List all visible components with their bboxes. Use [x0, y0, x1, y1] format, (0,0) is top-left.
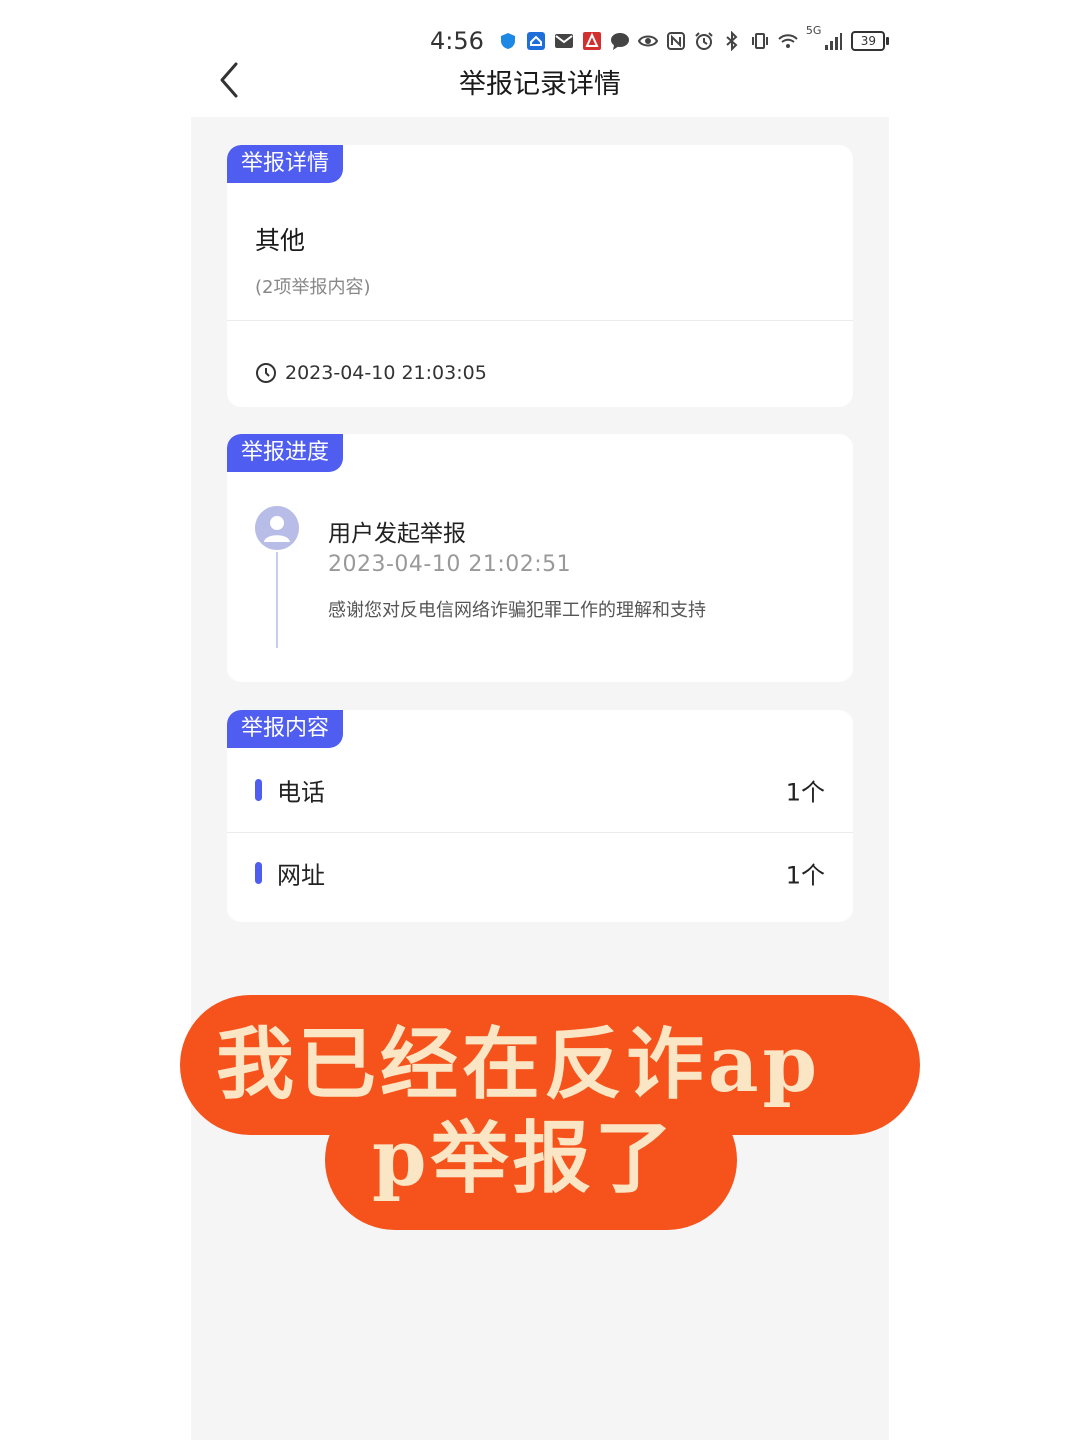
status-bar: 4:56 5G 39: [430, 24, 890, 58]
mail-icon: [554, 34, 573, 48]
divider: [227, 320, 853, 321]
report-progress-card: 举报进度 用户发起举报 2023-04-10 21:02:51 感谢您对反电信网…: [227, 434, 853, 682]
caption-line-2: p举报了: [372, 1113, 677, 1204]
report-detail-card: 举报详情 其他 (2项举报内容) 2023-04-10 21:03:05: [227, 145, 853, 407]
nfc-icon: [666, 32, 685, 50]
app-notification-icon: [526, 32, 545, 50]
alarm-icon: [695, 32, 713, 50]
row-marker: [255, 779, 262, 801]
progress-event-title: 用户发起举报: [328, 521, 466, 547]
content-row-value: 1个: [785, 778, 825, 807]
report-time-row: 2023-04-10 21:03:05: [255, 362, 487, 384]
content-row-label: 网址: [277, 861, 325, 890]
bluetooth-icon: [726, 31, 738, 51]
red-app-icon: [582, 32, 601, 50]
content-row-label: 电话: [277, 778, 325, 807]
caption-line-1: 我已经在反诈ap: [216, 1019, 822, 1110]
row-marker: [255, 862, 262, 884]
vibrate-icon: [751, 33, 768, 49]
content-row-phone[interactable]: 电话 1个: [227, 750, 853, 830]
content-row-url[interactable]: 网址 1个: [227, 833, 853, 913]
message-icon: [610, 33, 629, 50]
clock-icon: [256, 363, 276, 383]
network-type-label: 5G: [805, 24, 822, 37]
wifi-icon: [778, 34, 798, 48]
eye-icon: [637, 35, 658, 47]
report-content-card: 举报内容 电话 1个 网址 1个: [227, 710, 853, 922]
report-content-tag: 举报内容: [227, 710, 344, 748]
report-progress-tag: 举报进度: [227, 434, 344, 472]
report-item-count: (2项举报内容): [255, 277, 371, 298]
battery-icon: 39: [851, 31, 890, 51]
report-detail-tag: 举报详情: [227, 145, 344, 183]
main-content: 举报详情 其他 (2项举报内容) 2023-04-10 21:03:05 举报进…: [191, 117, 889, 1440]
page-title: 举报记录详情: [459, 69, 621, 100]
shield-icon: [500, 33, 515, 49]
status-time: 4:56: [430, 27, 484, 55]
user-avatar-icon: [255, 506, 299, 550]
signal-icon: [825, 33, 843, 50]
report-type: 其他: [255, 226, 306, 255]
progress-event-time: 2023-04-10 21:02:51: [328, 552, 572, 577]
report-datetime: 2023-04-10 21:03:05: [285, 362, 487, 384]
content-row-value: 1个: [785, 861, 825, 890]
caption-overlay: 我已经在反诈ap p举报了: [180, 995, 920, 1235]
timeline-line: [276, 552, 278, 648]
progress-event-description: 感谢您对反电信网络诈骗犯罪工作的理解和支持: [328, 600, 706, 621]
